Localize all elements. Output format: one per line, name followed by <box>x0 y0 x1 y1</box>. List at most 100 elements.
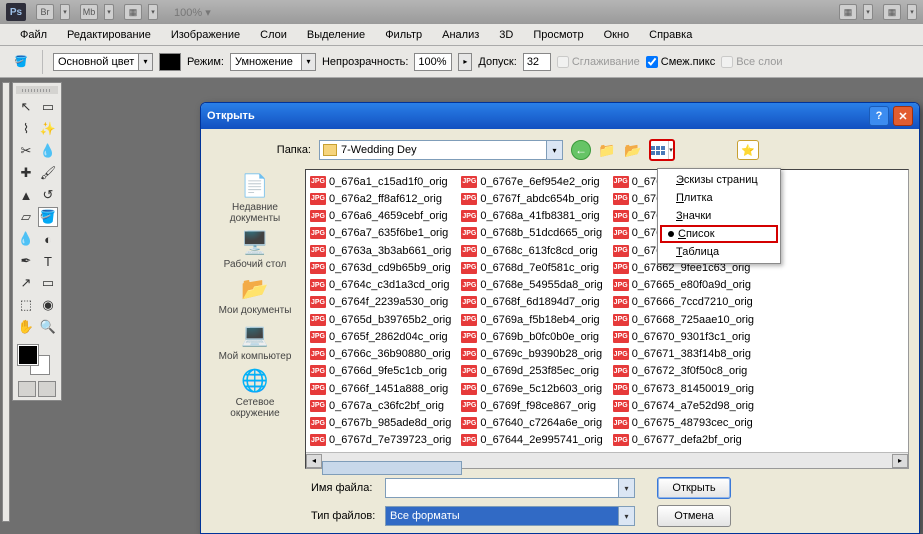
cancel-button[interactable]: Отмена <box>657 505 731 527</box>
zoom-level[interactable]: 100% ▾ <box>174 6 211 19</box>
view-tiles[interactable]: Плитка <box>658 189 780 207</box>
file-item[interactable]: JPG0_67677_defa2bf_orig <box>613 432 754 449</box>
color-swatches[interactable] <box>16 343 58 377</box>
panel-strip[interactable] <box>2 82 10 522</box>
workspace-button[interactable]: ▦ <box>883 4 901 20</box>
path-tool[interactable]: ↗ <box>16 273 36 293</box>
file-item[interactable]: JPG0_67670_9301f3c1_orig <box>613 328 754 345</box>
heal-tool[interactable]: ✚ <box>16 163 36 183</box>
file-item[interactable]: JPG0_6768e_54955da8_orig <box>461 277 602 294</box>
shape-tool[interactable]: ▭ <box>38 273 58 293</box>
menu-analysis[interactable]: Анализ <box>432 26 489 44</box>
brush-tool[interactable]: 🖌 <box>38 163 58 183</box>
menu-help[interactable]: Справка <box>639 26 702 44</box>
file-item[interactable]: JPG0_67673_81450019_orig <box>613 380 754 397</box>
file-item[interactable]: JPG0_6768a_41fb8381_orig <box>461 208 602 225</box>
view-details[interactable]: Таблица <box>658 243 780 261</box>
all-layers-checkbox[interactable]: Все слои <box>721 56 782 68</box>
wand-tool[interactable]: ✨ <box>38 119 58 139</box>
folder-select[interactable]: 7-Wedding Dey ▾ <box>319 140 563 160</box>
foreground-swatch[interactable] <box>18 345 38 365</box>
file-item[interactable]: JPG0_6764f_2239a530_orig <box>310 294 451 311</box>
fill-source-select[interactable]: Основной цвет▾ <box>53 53 153 71</box>
view-icons[interactable]: Значки <box>658 207 780 225</box>
dodge-tool[interactable]: ◐ <box>38 229 58 249</box>
filename-input[interactable]: ▾ <box>385 478 635 498</box>
place-desktop[interactable]: 🖥️Рабочий стол <box>224 228 287 270</box>
file-item[interactable]: JPG0_6767a_c36fc2bf_orig <box>310 397 451 414</box>
arr-dd[interactable]: ▾ <box>148 4 158 20</box>
place-recent[interactable]: 📄Недавние документы <box>211 171 299 224</box>
file-item[interactable]: JPG0_6769f_f98ce867_orig <box>461 397 602 414</box>
tolerance-input[interactable]: 32 <box>523 53 551 71</box>
file-item[interactable]: JPG0_6768b_51dcd665_orig <box>461 225 602 242</box>
file-item[interactable]: JPG0_6766d_9fe5c1cb_orig <box>310 363 451 380</box>
scroll-thumb[interactable] <box>322 461 462 475</box>
eyedropper-tool[interactable]: 💧 <box>38 141 58 161</box>
file-item[interactable]: JPG0_676a2_ff8af612_orig <box>310 190 451 207</box>
file-item[interactable]: JPG0_6768d_7e0f581c_orig <box>461 259 602 276</box>
file-item[interactable]: JPG0_6766f_1451a888_orig <box>310 380 451 397</box>
hscrollbar[interactable]: ◂ ▸ <box>306 452 908 468</box>
menu-filter[interactable]: Фильтр <box>375 26 432 44</box>
file-item[interactable]: JPG0_6767e_6ef954e2_orig <box>461 173 602 190</box>
nav-newfolder-button[interactable]: 📂 <box>623 140 643 160</box>
minibridge-button[interactable]: Mb <box>80 4 98 20</box>
file-item[interactable]: JPG0_67640_c7264a6e_orig <box>461 415 602 432</box>
scroll-right[interactable]: ▸ <box>892 454 908 468</box>
file-item[interactable]: JPG0_6765f_2862d04c_orig <box>310 328 451 345</box>
file-item[interactable]: JPG0_6769b_b0fc0b0e_orig <box>461 328 602 345</box>
toolbox-grip[interactable] <box>16 86 58 94</box>
file-item[interactable]: JPG0_67644_2e995741_orig <box>461 432 602 449</box>
antialias-checkbox[interactable]: Сглаживание <box>557 56 640 68</box>
menu-image[interactable]: Изображение <box>161 26 250 44</box>
screen-mode-button[interactable]: ▦ <box>839 4 857 20</box>
file-item[interactable]: JPG0_676a1_c15ad1f0_orig <box>310 173 451 190</box>
contiguous-checkbox[interactable]: Смеж.пикс <box>646 56 715 68</box>
zoom-tool[interactable]: 🔍 <box>38 317 58 337</box>
view-thumbnails[interactable]: Эскизы страниц <box>658 171 780 189</box>
place-network[interactable]: 🌐Сетевое окружение <box>211 366 299 419</box>
file-item[interactable]: JPG0_6769d_253f85ec_orig <box>461 363 602 380</box>
file-item[interactable]: JPG0_6768c_613fc8cd_orig <box>461 242 602 259</box>
file-item[interactable]: JPG0_67675_48793cec_orig <box>613 415 754 432</box>
file-item[interactable]: JPG0_6767f_abdc654b_orig <box>461 190 602 207</box>
place-mydocs[interactable]: 📂Мои документы <box>219 274 292 316</box>
nav-back-button[interactable]: ← <box>571 140 591 160</box>
file-item[interactable]: JPG0_6769a_f5b18eb4_orig <box>461 311 602 328</box>
blend-mode-select[interactable]: Умножение▾ <box>230 53 316 71</box>
lasso-tool[interactable]: ⌇ <box>16 119 36 139</box>
place-mycomputer[interactable]: 💻Мой компьютер <box>219 320 292 362</box>
pen-tool[interactable]: ✒ <box>16 251 36 271</box>
menu-3d[interactable]: 3D <box>489 26 523 44</box>
hand-tool[interactable]: ✋ <box>16 317 36 337</box>
file-list[interactable]: JPG0_676a1_c15ad1f0_origJPG0_676a2_ff8af… <box>306 170 908 452</box>
move-tool[interactable]: ↖ <box>16 97 36 117</box>
file-item[interactable]: JPG0_6767d_7e739723_orig <box>310 432 451 449</box>
file-item[interactable]: JPG0_6763a_3b3ab661_orig <box>310 242 451 259</box>
bridge-dd[interactable]: ▾ <box>60 4 70 20</box>
file-item[interactable]: JPG0_6764c_c3d1a3cd_orig <box>310 277 451 294</box>
opacity-input[interactable]: 100% <box>414 53 452 71</box>
file-item[interactable]: JPG0_67666_7ccd7210_orig <box>613 294 754 311</box>
file-item[interactable]: JPG0_6769e_5c12b603_orig <box>461 380 602 397</box>
blur-tool[interactable]: 💧 <box>16 229 36 249</box>
dialog-help-button[interactable]: ? <box>869 106 889 126</box>
crop-tool[interactable]: ✂ <box>16 141 36 161</box>
file-item[interactable]: JPG0_676a7_635f6be1_orig <box>310 225 451 242</box>
scroll-left[interactable]: ◂ <box>306 454 322 468</box>
filetype-select[interactable]: Все форматы▾ <box>385 506 635 526</box>
nav-view-button[interactable] <box>649 139 675 161</box>
menu-layers[interactable]: Слои <box>250 26 297 44</box>
bucket-tool[interactable]: 🪣 <box>38 207 58 227</box>
mb-dd[interactable]: ▾ <box>104 4 114 20</box>
quickmask-std[interactable] <box>18 381 36 397</box>
eraser-tool[interactable]: ▱ <box>16 207 36 227</box>
type-tool[interactable]: T <box>38 251 58 271</box>
menu-window[interactable]: Окно <box>594 26 640 44</box>
file-item[interactable]: JPG0_67668_725aae10_orig <box>613 311 754 328</box>
file-item[interactable]: JPG0_6765d_b39765b2_orig <box>310 311 451 328</box>
stamp-tool[interactable]: ▲ <box>16 185 36 205</box>
menu-view[interactable]: Просмотр <box>523 26 593 44</box>
nav-up-button[interactable]: 📁 <box>597 140 617 160</box>
